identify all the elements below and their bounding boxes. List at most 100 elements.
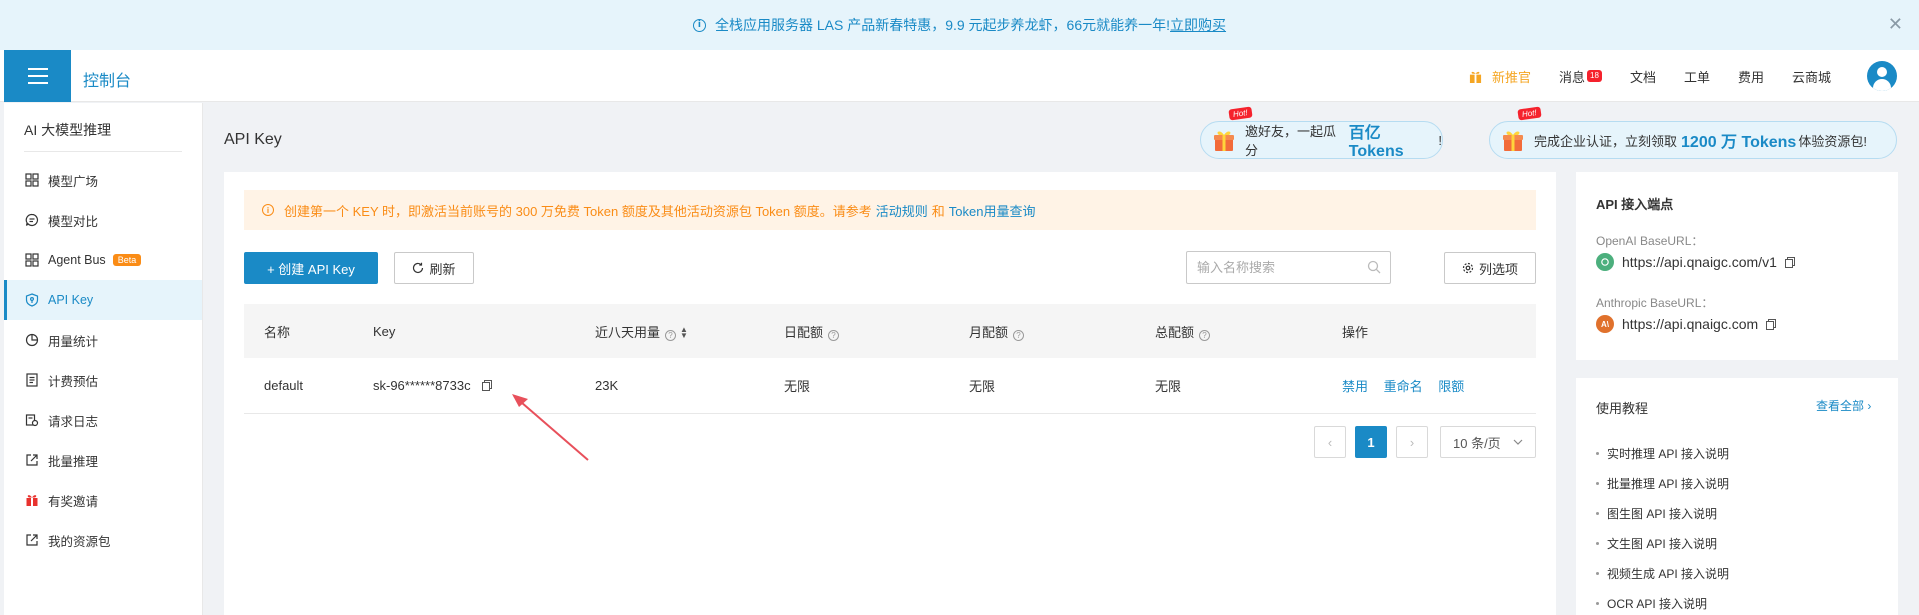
chevron-right-icon: ›	[1867, 399, 1872, 413]
help-icon[interactable]: ?	[828, 329, 840, 341]
sidebar-item-api-key[interactable]: API Key	[4, 280, 202, 320]
row-total: 无限	[1155, 379, 1182, 394]
sidebar-item-request-log[interactable]: 请求日志	[4, 400, 202, 440]
sidebar: AI 大模型推理 模型广场 模型对比 Agent Bus Beta API Ke…	[4, 103, 203, 615]
sidebar-item-resource-pack[interactable]: 我的资源包	[4, 520, 202, 560]
view-all-link[interactable]: 查看全部 ›	[1816, 397, 1871, 414]
table-row: default sk-96******8733c 23K 无限 无限 无限 禁用…	[244, 358, 1536, 414]
help-icon[interactable]: ?	[1013, 329, 1025, 341]
list-item[interactable]: 文生图 API 接入说明	[1596, 528, 1729, 558]
messages-label: 消息	[1559, 69, 1586, 85]
sort-icon[interactable]: ▲ ▼	[680, 326, 688, 340]
notice-text: 创建第一个 KEY 时，即激活当前账号的 300 万免费 Token 额度及其他…	[284, 203, 872, 219]
pie-chart-icon	[25, 333, 39, 347]
sidebar-item-usage-stats[interactable]: 用量统计	[4, 320, 202, 360]
announcement-banner: i 全栈应用服务器 LAS 产品新春特惠，9.9 元起步养龙虾，66元就能养一年…	[0, 0, 1919, 50]
beta-badge: Beta	[112, 254, 142, 266]
list-item[interactable]: 实时推理 API 接入说明	[1596, 438, 1729, 468]
page-size-select[interactable]: 10 条/页	[1440, 426, 1536, 458]
refresh-button[interactable]: 刷新	[394, 252, 474, 284]
gear-icon	[1462, 262, 1474, 274]
menu-icon[interactable]	[4, 50, 71, 102]
sidebar-item-model-compare[interactable]: 模型对比	[4, 200, 202, 240]
openai-label: OpenAI BaseURL：	[1596, 234, 1704, 248]
openai-url-row: https://api.qnaigc.com/v1	[1596, 253, 1795, 271]
list-item[interactable]: OCR API 接入说明	[1596, 588, 1729, 615]
list-item[interactable]: 视频生成 API 接入说明	[1596, 558, 1729, 588]
sidebar-item-label: 请求日志	[48, 414, 99, 429]
sidebar-item-batch-inference[interactable]: 批量推理	[4, 440, 202, 480]
next-page-button[interactable]: ›	[1396, 426, 1428, 458]
row-monthly: 无限	[969, 379, 996, 394]
col-total-label: 总配额	[1155, 324, 1195, 340]
row-name: default	[264, 378, 304, 393]
search-input[interactable]	[1186, 251, 1391, 284]
docs-link[interactable]: 文档	[1630, 67, 1656, 86]
avatar[interactable]	[1867, 61, 1897, 91]
page-1-button[interactable]: 1	[1355, 426, 1387, 458]
anthropic-url: https://api.qnaigc.com	[1622, 316, 1759, 332]
external-icon	[26, 454, 38, 466]
grid-icon	[25, 173, 39, 187]
disable-button[interactable]: 禁用	[1342, 379, 1368, 394]
billing-link[interactable]: 费用	[1738, 67, 1764, 86]
newcomer-label: 新推官	[1492, 69, 1532, 85]
sidebar-item-model-square[interactable]: 模型广场	[4, 160, 202, 200]
info-circle-icon: i	[262, 204, 274, 216]
copy-icon[interactable]	[1766, 318, 1777, 330]
enterprise-promo-button[interactable]: Hot! 完成企业认证，立刻领取 1200 万 Tokens 体验资源包!	[1489, 106, 1897, 159]
sidebar-item-referral[interactable]: 有奖邀请	[4, 480, 202, 520]
banner-text: 全栈应用服务器 LAS 产品新春特惠，9.9 元起步养龙虾，66元就能养一年!	[714, 17, 1171, 33]
copy-icon[interactable]	[482, 380, 493, 391]
sidebar-item-label: 用量统计	[48, 334, 99, 349]
column-options-label: 列选项	[1478, 261, 1518, 277]
sidebar-item-label: 模型广场	[48, 174, 99, 189]
rename-button[interactable]: 重命名	[1384, 379, 1423, 394]
sidebar-item-label: 模型对比	[48, 214, 99, 229]
notice-bar: i 创建第一个 KEY 时，即激活当前账号的 300 万免费 Token 额度及…	[244, 190, 1536, 230]
table-header: 名称 Key 近八天用量 ?▲ ▼ 日配额? 月配额? 总配额? 操作	[244, 304, 1536, 358]
col-usage-label: 近八天用量	[595, 324, 661, 340]
help-icon[interactable]: ?	[665, 329, 677, 341]
view-all-label: 查看全部	[1816, 399, 1865, 413]
list-item[interactable]: 批量推理 API 接入说明	[1596, 468, 1729, 498]
hot-badge: Hot!	[1228, 106, 1253, 121]
col-usage[interactable]: 近八天用量 ?▲ ▼	[595, 322, 688, 341]
prev-page-button[interactable]: ‹	[1314, 426, 1346, 458]
create-api-key-button[interactable]: + 创建 API Key	[244, 252, 378, 284]
column-options-button[interactable]: 列选项	[1444, 252, 1536, 284]
console-link[interactable]: 控制台	[83, 67, 131, 91]
page-title: API Key	[224, 131, 282, 148]
newcomer-link[interactable]: 新推官	[1469, 67, 1531, 86]
api-key-table: 名称 Key 近八天用量 ?▲ ▼ 日配额? 月配额? 总配额? 操作 defaul…	[244, 304, 1536, 414]
tickets-link[interactable]: 工单	[1684, 67, 1710, 86]
banner-buy-link[interactable]: 立即购买	[1170, 15, 1226, 35]
chevron-down-icon	[1513, 439, 1523, 445]
refresh-label: 刷新	[429, 261, 456, 277]
activity-rules-link[interactable]: 活动规则	[876, 201, 928, 220]
gift-icon	[1214, 131, 1234, 151]
token-usage-link[interactable]: Token用量查询	[949, 201, 1036, 220]
col-monthly-label: 月配额	[969, 324, 1009, 340]
header-nav: 新推官 消息 18 文档 工单 费用 云商城	[1469, 50, 1919, 102]
promo-text: 邀好友，一起瓜分	[1245, 124, 1337, 158]
invite-promo-button[interactable]: Hot! 邀好友，一起瓜分 百亿 Tokens !	[1200, 106, 1443, 160]
refresh-icon	[413, 262, 424, 274]
close-icon[interactable]: ✕	[1888, 14, 1903, 35]
sidebar-item-agent-bus[interactable]: Agent Bus Beta	[4, 240, 202, 280]
copy-icon[interactable]	[1784, 256, 1795, 268]
sidebar-item-label: 批量推理	[48, 454, 99, 469]
help-icon[interactable]: ?	[1199, 329, 1211, 341]
quota-button[interactable]: 限额	[1438, 379, 1464, 394]
info-circle-icon: i	[692, 18, 706, 32]
row-key: sk-96******8733c	[373, 378, 471, 393]
cloud-market-link[interactable]: 云商城	[1792, 67, 1831, 86]
sidebar-item-billing-estimate[interactable]: 计费预估	[4, 360, 202, 400]
chat-icon	[25, 213, 39, 227]
gift-icon	[1469, 71, 1482, 83]
list-item[interactable]: 图生图 API 接入说明	[1596, 498, 1729, 528]
messages-link[interactable]: 消息 18	[1559, 67, 1602, 86]
promo-suffix: 体验资源包!	[1798, 133, 1867, 149]
hot-badge: Hot!	[1517, 106, 1542, 121]
sidebar-item-label: 有奖邀请	[48, 494, 99, 509]
